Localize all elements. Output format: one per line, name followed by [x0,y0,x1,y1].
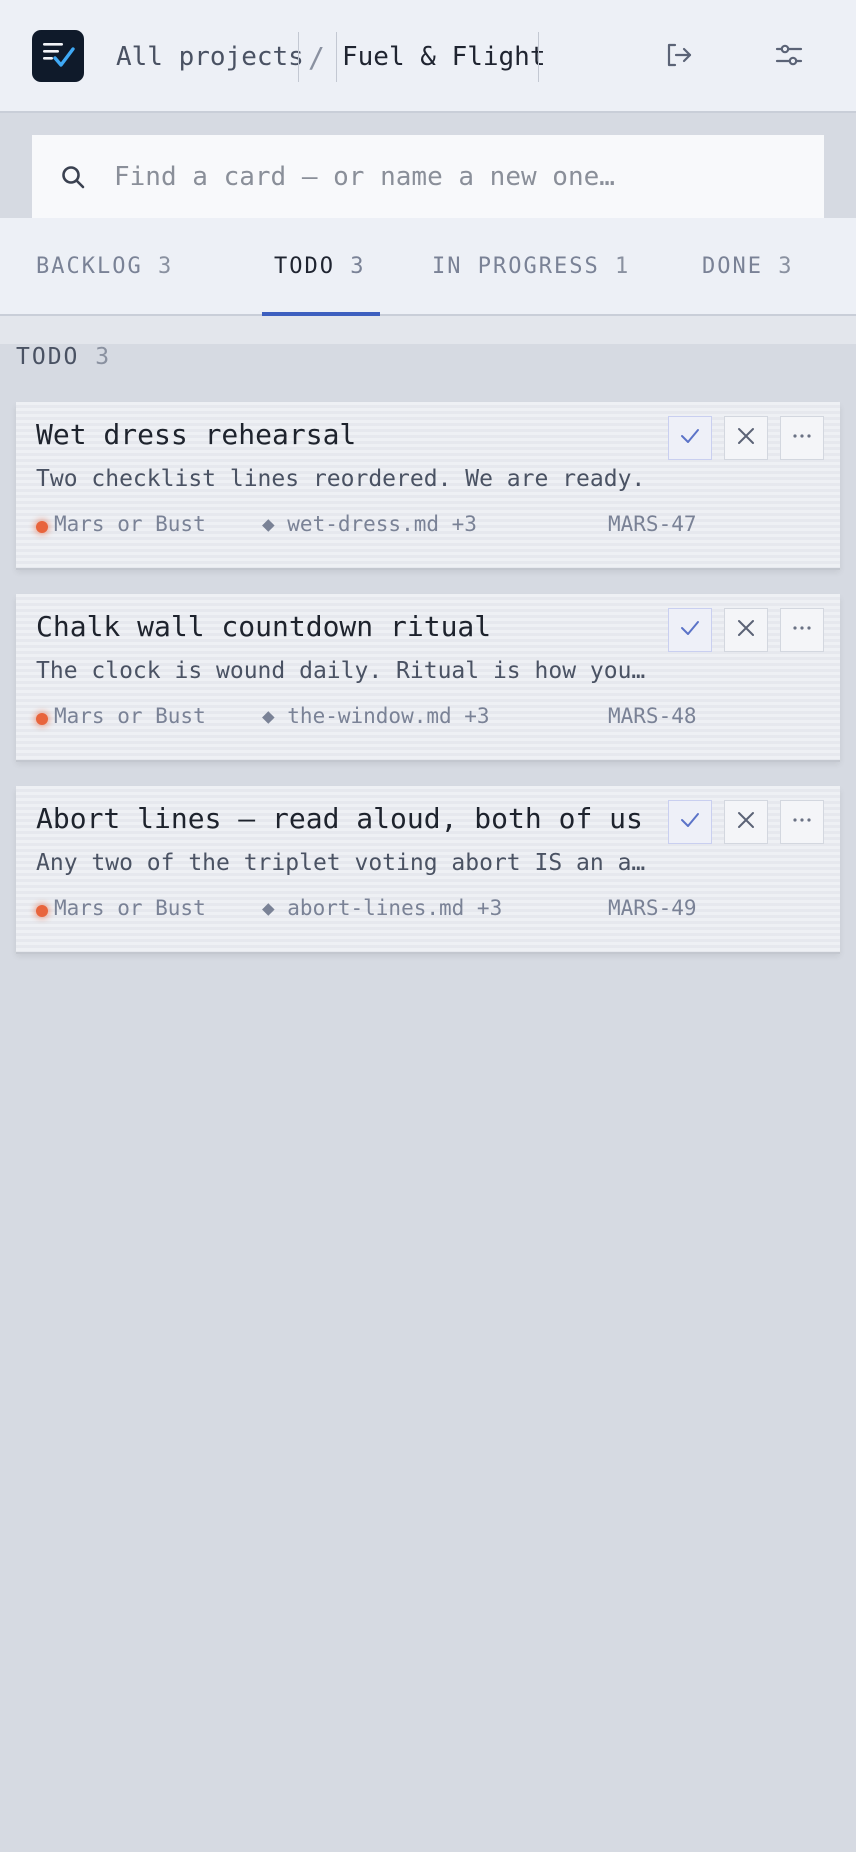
card-file: ◆ wet-dress.md +3 [262,512,477,536]
app-header: All projects / Fuel & Flight [0,0,856,113]
card-title: Abort lines — read aloud, both of us [36,802,643,835]
close-icon [734,808,758,836]
card-id: MARS-48 [608,704,697,728]
card-meta: Mars or Bust ◆ wet-dress.md +3 MARS-47 [36,512,708,542]
check-icon [678,616,702,644]
search-bar [32,135,824,218]
card-title: Wet dress rehearsal [36,418,357,451]
dismiss-button[interactable] [724,800,768,844]
breadcrumb-divider [298,32,299,82]
dismiss-button[interactable] [724,608,768,652]
checklist-icon [41,38,75,74]
tab-label: DONE [702,254,763,279]
tabs-spacer [0,316,856,344]
sliders-icon [774,40,804,74]
card-project: Mars or Bust [54,896,206,920]
card[interactable]: Wet dress rehearsal Two checklist lines … [16,402,840,568]
tab-count: 3 [350,254,366,279]
complete-button[interactable] [668,608,712,652]
close-icon [734,616,758,644]
breadcrumb-divider [336,32,337,82]
project-dot [36,905,48,917]
more-button[interactable] [780,608,824,652]
settings-button[interactable] [761,30,817,84]
card-description: Any two of the triplet voting abort IS a… [36,850,646,876]
tab-backlog[interactable]: BACKLOG 3 [36,254,173,294]
breadcrumb-separator: / [308,40,325,74]
more-button[interactable] [780,800,824,844]
breadcrumb-all-projects[interactable]: All projects [116,30,304,84]
app-logo[interactable] [32,30,84,82]
ellipsis-icon [790,616,814,644]
card-project: Mars or Bust [54,512,206,536]
card-file: ◆ the-window.md +3 [262,704,490,728]
search-icon [32,135,108,218]
card-project: Mars or Bust [54,704,206,728]
breadcrumb-divider [538,32,539,82]
card-description: The clock is wound daily. Ritual is how … [36,658,646,684]
complete-button[interactable] [668,416,712,460]
breadcrumb-current-project[interactable]: Fuel & Flight [342,30,546,84]
column-title-label: TODO [16,344,80,370]
project-dot [36,521,48,533]
card-title: Chalk wall countdown ritual [36,610,492,643]
check-icon [678,808,702,836]
column-title: TODO 3 [16,344,111,376]
tab-count: 3 [157,254,174,279]
tab-label: BACKLOG [36,254,143,279]
project-dot [36,713,48,725]
tab-done[interactable]: DONE 3 [702,254,793,294]
more-button[interactable] [780,416,824,460]
ellipsis-icon [790,808,814,836]
tab-todo[interactable]: TODO 3 [274,254,365,294]
logout-button[interactable] [650,30,706,84]
tab-label: TODO [274,254,335,279]
card-file: ◆ abort-lines.md +3 [262,896,503,920]
card[interactable]: Chalk wall countdown ritual The clock is… [16,594,840,760]
tab-count: 1 [614,254,631,279]
card-meta: Mars or Bust ◆ the-window.md +3 MARS-48 [36,704,708,734]
card-id: MARS-49 [608,896,697,920]
complete-button[interactable] [668,800,712,844]
card-id: MARS-47 [608,512,697,536]
card[interactable]: Abort lines — read aloud, both of us Any… [16,786,840,952]
logout-icon [663,40,693,74]
tab-count: 3 [778,254,794,279]
tab-label: IN PROGRESS [432,254,600,279]
search-input[interactable] [108,161,808,192]
dismiss-button[interactable] [724,416,768,460]
ellipsis-icon [790,424,814,452]
close-icon [734,424,758,452]
column-count: 3 [95,344,112,370]
card-meta: Mars or Bust ◆ abort-lines.md +3 MARS-49 [36,896,708,926]
card-description: Two checklist lines reordered. We are re… [36,466,646,492]
check-icon [678,424,702,452]
status-tabs: BACKLOG 3 TODO 3 IN PROGRESS 1 DONE 3 [0,218,856,316]
tab-in-progress[interactable]: IN PROGRESS 1 [432,254,630,294]
